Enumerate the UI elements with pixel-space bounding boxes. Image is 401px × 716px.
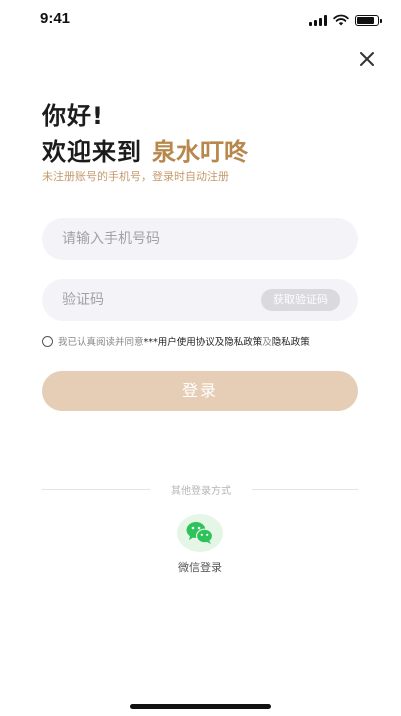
code-field[interactable]: 获取验证码 bbox=[42, 279, 358, 321]
battery-icon bbox=[355, 14, 382, 26]
greeting-heading: 你好! bbox=[42, 102, 104, 130]
user-agreement-link[interactable]: ***用户使用协议及隐私政策 bbox=[144, 334, 263, 348]
phone-input[interactable] bbox=[42, 218, 358, 260]
login-button[interactable]: 登录 bbox=[42, 371, 358, 411]
wifi-icon bbox=[333, 14, 349, 26]
status-bar: 9:41 bbox=[0, 0, 401, 44]
verification-code-input[interactable] bbox=[42, 279, 242, 321]
agreement-row: 我已认真阅读并同意 ***用户使用协议及隐私政策 及 隐私政策 bbox=[42, 334, 310, 348]
get-code-button[interactable]: 获取验证码 bbox=[261, 289, 340, 311]
agreement-checkbox[interactable] bbox=[42, 335, 53, 347]
wechat-login-label: 微信登录 bbox=[178, 561, 222, 574]
agreement-and: 及 bbox=[262, 337, 272, 348]
agreement-prefix: 我已认真阅读并同意 bbox=[58, 337, 144, 348]
status-icons bbox=[309, 14, 382, 26]
close-icon bbox=[360, 52, 374, 66]
divider-left bbox=[42, 489, 150, 490]
cellular-signal-icon bbox=[309, 14, 327, 26]
privacy-policy-link[interactable]: 隐私政策 bbox=[272, 334, 310, 348]
welcome-text: 欢迎来到 bbox=[42, 138, 142, 166]
divider-right bbox=[252, 489, 358, 490]
brand-logo: 泉水叮咚 bbox=[152, 137, 248, 166]
register-hint: 未注册账号的手机号，登录时自动注册 bbox=[42, 170, 229, 183]
other-login-label: 其他登录方式 bbox=[171, 486, 231, 497]
wechat-icon bbox=[186, 522, 214, 544]
wechat-login-button[interactable] bbox=[177, 514, 223, 552]
home-indicator bbox=[130, 704, 271, 709]
welcome-row: 欢迎来到 泉水叮咚 bbox=[42, 132, 248, 167]
battery-level bbox=[357, 16, 374, 24]
phone-field[interactable] bbox=[42, 218, 358, 260]
status-time: 9:41 bbox=[40, 10, 71, 27]
close-button[interactable] bbox=[354, 46, 380, 72]
